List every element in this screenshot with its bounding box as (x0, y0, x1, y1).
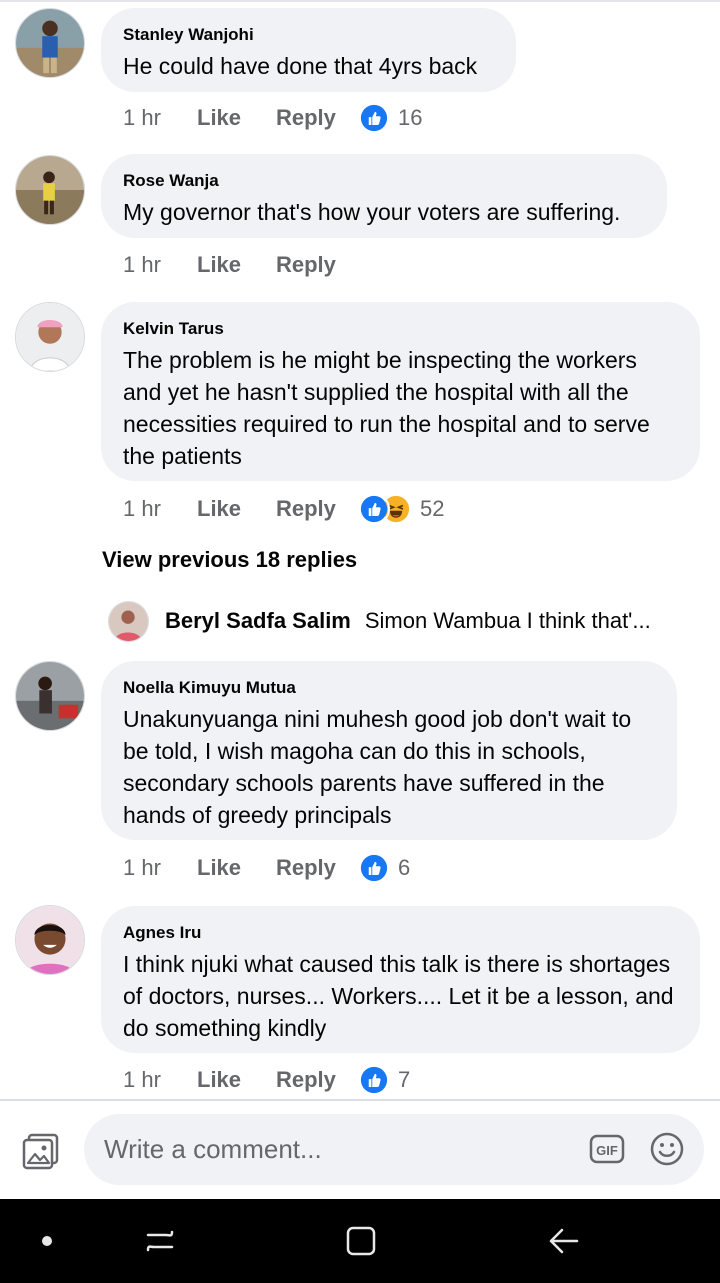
comment-text: I think njuki what caused this talk is t… (123, 951, 674, 1041)
comment-input-placeholder: Write a comment... (104, 1134, 322, 1164)
view-previous-replies-link[interactable]: View previous 18 replies (102, 547, 357, 573)
recents-icon[interactable] (140, 1221, 180, 1261)
like-reaction-icon (358, 493, 390, 525)
commenter-name[interactable]: Rose Wanja (123, 170, 645, 192)
reply-author-name[interactable]: Beryl Sadfa Salim (165, 608, 351, 634)
avatar[interactable] (15, 302, 85, 372)
comment-actions: 1 hr Like Reply 7 (123, 1062, 410, 1098)
reactions-summary[interactable]: 52 (358, 493, 444, 525)
comment-text: The problem is he might be inspecting th… (123, 347, 650, 469)
commenter-name[interactable]: Stanley Wanjohi (123, 24, 494, 46)
reply-button[interactable]: Reply (276, 496, 358, 522)
comment-composer: Write a comment... GIF (0, 1101, 720, 1199)
avatar[interactable] (15, 155, 85, 225)
reactions-summary[interactable]: 6 (358, 852, 410, 884)
back-icon[interactable] (543, 1221, 583, 1261)
comment-input[interactable]: Write a comment... GIF (84, 1114, 704, 1185)
comment-time[interactable]: 1 hr (123, 1067, 197, 1093)
reply-preview-text: Simon Wambua I think that'... (364, 608, 651, 633)
comment-time[interactable]: 1 hr (123, 855, 197, 881)
like-button[interactable]: Like (197, 855, 276, 881)
like-reaction-icon (358, 1064, 390, 1096)
comment-time[interactable]: 1 hr (123, 105, 197, 131)
reply-button[interactable]: Reply (276, 252, 358, 278)
emoji-icon[interactable] (649, 1131, 685, 1167)
comment-bubble: Noella Kimuyu Mutua Unakunyuanga nini mu… (101, 661, 677, 840)
avatar[interactable] (15, 661, 85, 731)
comment-time[interactable]: 1 hr (123, 496, 197, 522)
comment-actions: 1 hr Like Reply 16 (123, 100, 422, 136)
system-navigation-bar (0, 1199, 720, 1283)
comment-bubble: Kelvin Tarus The problem is he might be … (101, 302, 700, 481)
comment-actions: 1 hr Like Reply 6 (123, 850, 410, 886)
reply-button[interactable]: Reply (276, 855, 358, 881)
gif-icon[interactable]: GIF (589, 1131, 625, 1167)
reaction-count: 52 (420, 496, 445, 521)
dot-icon[interactable] (27, 1221, 67, 1261)
reply-preview[interactable]: Beryl Sadfa Salim Simon Wambua I think t… (108, 600, 708, 642)
reaction-count: 6 (398, 855, 411, 880)
svg-text:GIF: GIF (596, 1143, 618, 1158)
comment-time[interactable]: 1 hr (123, 252, 197, 278)
like-reaction-icon (358, 852, 390, 884)
comment-text: My governor that's how your voters are s… (123, 199, 621, 225)
reply-button[interactable]: Reply (276, 1067, 358, 1093)
reply-button[interactable]: Reply (276, 105, 358, 131)
like-button[interactable]: Like (197, 105, 276, 131)
commenter-name[interactable]: Noella Kimuyu Mutua (123, 677, 655, 699)
commenter-name[interactable]: Kelvin Tarus (123, 318, 678, 340)
like-button[interactable]: Like (197, 496, 276, 522)
comment-bubble: Agnes Iru I think njuki what caused this… (101, 906, 700, 1053)
comment-text: Unakunyuanga nini muhesh good job don't … (123, 706, 632, 828)
avatar[interactable] (15, 905, 85, 975)
top-divider (0, 0, 720, 2)
reaction-count: 7 (398, 1067, 411, 1092)
comment-actions: 1 hr Like Reply 52 (123, 491, 444, 527)
comment-text: He could have done that 4yrs back (123, 53, 478, 79)
reaction-count: 16 (398, 105, 423, 130)
reactions-summary[interactable]: 16 (358, 102, 422, 134)
photo-icon[interactable] (21, 1131, 61, 1171)
comment-bubble: Rose Wanja My governor that's how your v… (101, 154, 667, 238)
comment-actions: 1 hr Like Reply (123, 247, 358, 283)
avatar[interactable] (108, 600, 149, 642)
home-icon[interactable] (341, 1221, 381, 1261)
commenter-name[interactable]: Agnes Iru (123, 922, 678, 944)
like-button[interactable]: Like (197, 252, 276, 278)
reactions-summary[interactable]: 7 (358, 1064, 410, 1096)
like-button[interactable]: Like (197, 1067, 276, 1093)
like-reaction-icon (358, 102, 390, 134)
comment-bubble: Stanley Wanjohi He could have done that … (101, 8, 516, 92)
avatar[interactable] (15, 8, 85, 78)
